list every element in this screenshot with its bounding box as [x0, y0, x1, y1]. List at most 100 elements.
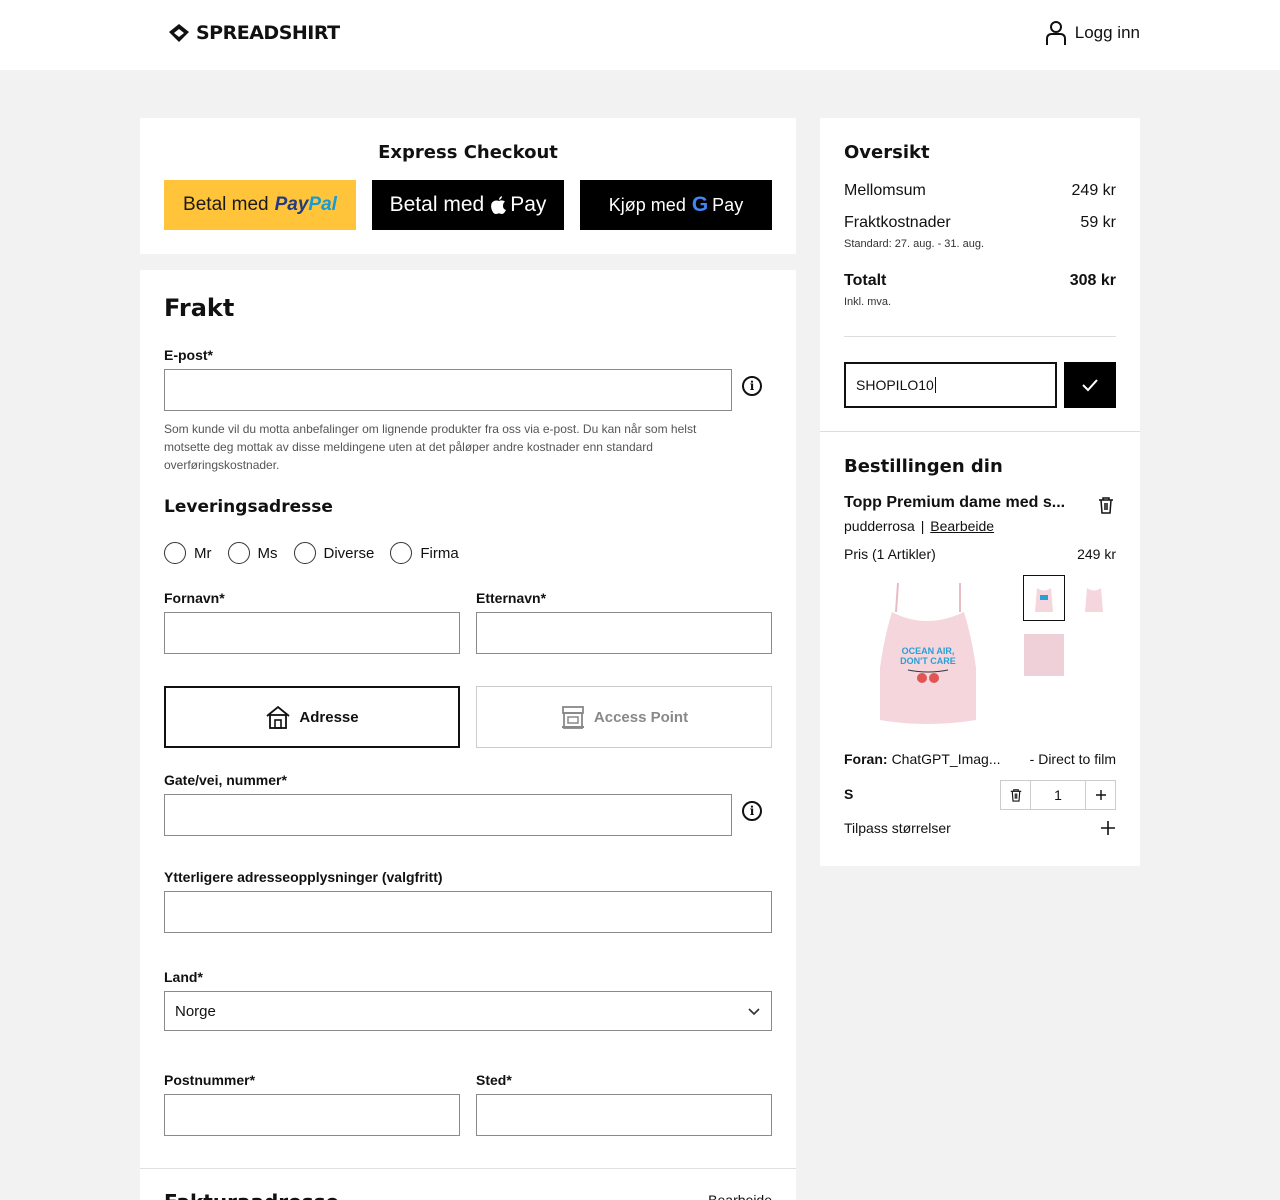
house-icon [266, 705, 290, 729]
firstname-field[interactable] [164, 612, 460, 654]
shipping-form-card: Frakt E-post* i Som kunde vil du motta a… [140, 270, 796, 1200]
svg-text:OCEAN AIR,: OCEAN AIR, [902, 646, 955, 656]
adjust-sizes-label: Tilpass størrelser [844, 820, 951, 836]
section-divider [140, 1168, 796, 1169]
price-label: Pris (1 Artikler) [844, 546, 936, 562]
decrease-quantity-button[interactable] [1001, 781, 1031, 809]
delivery-address-title: Leveringsadresse [164, 497, 333, 517]
paypal-logo: PayPal [274, 194, 337, 215]
apple-pay-button[interactable]: Betal med Pay [372, 180, 564, 230]
remove-product-icon[interactable] [1098, 496, 1114, 514]
salutation-ms[interactable]: Ms [227, 542, 278, 564]
trash-icon [1010, 789, 1021, 802]
price-value: 249 kr [1077, 546, 1116, 562]
firstname-label: Fornavn* [164, 590, 225, 606]
zip-label: Postnummer* [164, 1072, 256, 1088]
apple-logo-icon [491, 196, 507, 214]
chevron-down-icon [748, 1008, 760, 1016]
user-icon [1045, 21, 1066, 45]
quantity-stepper: 1 [1000, 780, 1116, 810]
price-row: Pris (1 Artikler) 249 kr [844, 546, 1116, 562]
total-label: Totalt [844, 272, 887, 289]
svg-text:DON'T CARE: DON'T CARE [900, 656, 956, 666]
order-summary-card: Oversikt Mellomsum 249 kr Fraktkostnader… [820, 118, 1140, 866]
front-label: Foran: [844, 751, 888, 767]
billing-edit-link[interactable]: Bearbeide [708, 1192, 772, 1200]
front-print-row: Foran: ChatGPT_Imag... - Direct to film [844, 751, 1116, 767]
subtotal-label: Mellomsum [844, 182, 926, 199]
paypal-prefix: Betal med [183, 194, 269, 215]
express-checkout-card: Express Checkout Betal med PayPal Betal … [140, 118, 796, 254]
adjust-sizes-row[interactable]: Tilpass størrelser [844, 820, 1116, 836]
coupon-value: SHOPILO10 [856, 377, 934, 393]
country-value: Norge [175, 1002, 216, 1020]
salutation-mr[interactable]: Mr [164, 542, 212, 564]
applepay-brand: Pay [510, 193, 547, 216]
product-image: OCEAN AIR, DON'T CARE [864, 578, 990, 728]
tab-access-point[interactable]: Access Point [476, 686, 772, 748]
extra-address-field[interactable] [164, 891, 772, 933]
total-row: Totalt 308 kr [844, 272, 1116, 290]
order-divider [820, 431, 1140, 432]
site-header: SPREADSHIRT Logg inn [0, 0, 1280, 70]
lastname-label: Etternavn* [476, 590, 547, 606]
google-pay-button[interactable]: Kjøp med G Pay [580, 180, 772, 230]
email-info-icon[interactable]: i [742, 376, 762, 396]
spreadshirt-logo-icon [169, 24, 189, 42]
country-select[interactable]: Norge [164, 991, 772, 1031]
shipping-cost-label: Fraktkostnader [844, 214, 951, 231]
country-label: Land* [164, 969, 203, 985]
front-file: ChatGPT_Imag... [891, 751, 1001, 767]
brand-logo[interactable]: SPREADSHIRT [168, 22, 340, 44]
gpay-prefix: Kjøp med [608, 194, 686, 215]
salutation-diverse[interactable]: Diverse [293, 542, 374, 564]
tab-access-point-label: Access Point [593, 708, 689, 726]
street-label: Gate/vei, nummer* [164, 772, 287, 788]
shipping-cost-value: 59 kr [1080, 214, 1116, 231]
street-info-icon[interactable]: i [742, 801, 762, 821]
applepay-prefix: Betal med [389, 193, 485, 216]
paypal-button[interactable]: Betal med PayPal [164, 180, 356, 230]
size-label: S [844, 786, 854, 802]
shipping-title: Frakt [164, 294, 235, 322]
product-thumb-front[interactable] [1023, 575, 1065, 621]
plus-icon [1101, 821, 1115, 835]
google-g-icon: G [691, 193, 709, 216]
zip-field[interactable] [164, 1094, 460, 1136]
salutation-firma[interactable]: Firma [390, 542, 459, 564]
total-value: 308 kr [1069, 272, 1116, 289]
city-label: Sted* [476, 1072, 512, 1088]
order-title: Bestillingen din [844, 456, 1003, 477]
store-icon [561, 706, 584, 729]
gpay-brand: Pay [712, 194, 744, 215]
email-note: Som kunde vil du motta anbefalinger om l… [164, 422, 697, 472]
increase-quantity-button[interactable] [1085, 781, 1115, 809]
tab-address[interactable]: Adresse [164, 686, 460, 748]
product-variant: pudderrosa | Bearbeide [844, 518, 995, 534]
street-field[interactable] [164, 794, 732, 836]
shipping-row: Fraktkostnader 59 kr [844, 214, 1116, 232]
email-label: E-post* [164, 347, 213, 363]
coupon-input[interactable]: SHOPILO10 [844, 362, 1057, 408]
tab-address-label: Adresse [299, 708, 359, 726]
lastname-field[interactable] [476, 612, 772, 654]
subtotal-value: 249 kr [1071, 182, 1116, 199]
product-edit-link[interactable]: Bearbeide [930, 518, 994, 534]
plus-icon [1095, 790, 1106, 800]
email-field[interactable] [164, 369, 732, 411]
vat-note: Inkl. mva. [844, 296, 892, 308]
login-button[interactable]: Logg inn [1045, 20, 1140, 46]
product-thumb-back[interactable] [1073, 575, 1115, 621]
login-label: Logg inn [1074, 23, 1140, 42]
product-thumb-detail[interactable] [1023, 632, 1065, 678]
summary-divider [844, 336, 1116, 337]
product-color: pudderrosa [844, 518, 915, 534]
quantity-value[interactable]: 1 [1031, 781, 1085, 809]
product-name: Topp Premium dame med s... [844, 494, 1066, 511]
city-field[interactable] [476, 1094, 772, 1136]
extra-address-label: Ytterligere adresseopplysninger (valgfri… [164, 869, 443, 885]
billing-address-title: Fakturaadresse [164, 1190, 339, 1200]
checkmark-icon [1082, 379, 1098, 392]
apply-coupon-button[interactable] [1064, 362, 1116, 408]
subtotal-row: Mellomsum 249 kr [844, 182, 1116, 200]
